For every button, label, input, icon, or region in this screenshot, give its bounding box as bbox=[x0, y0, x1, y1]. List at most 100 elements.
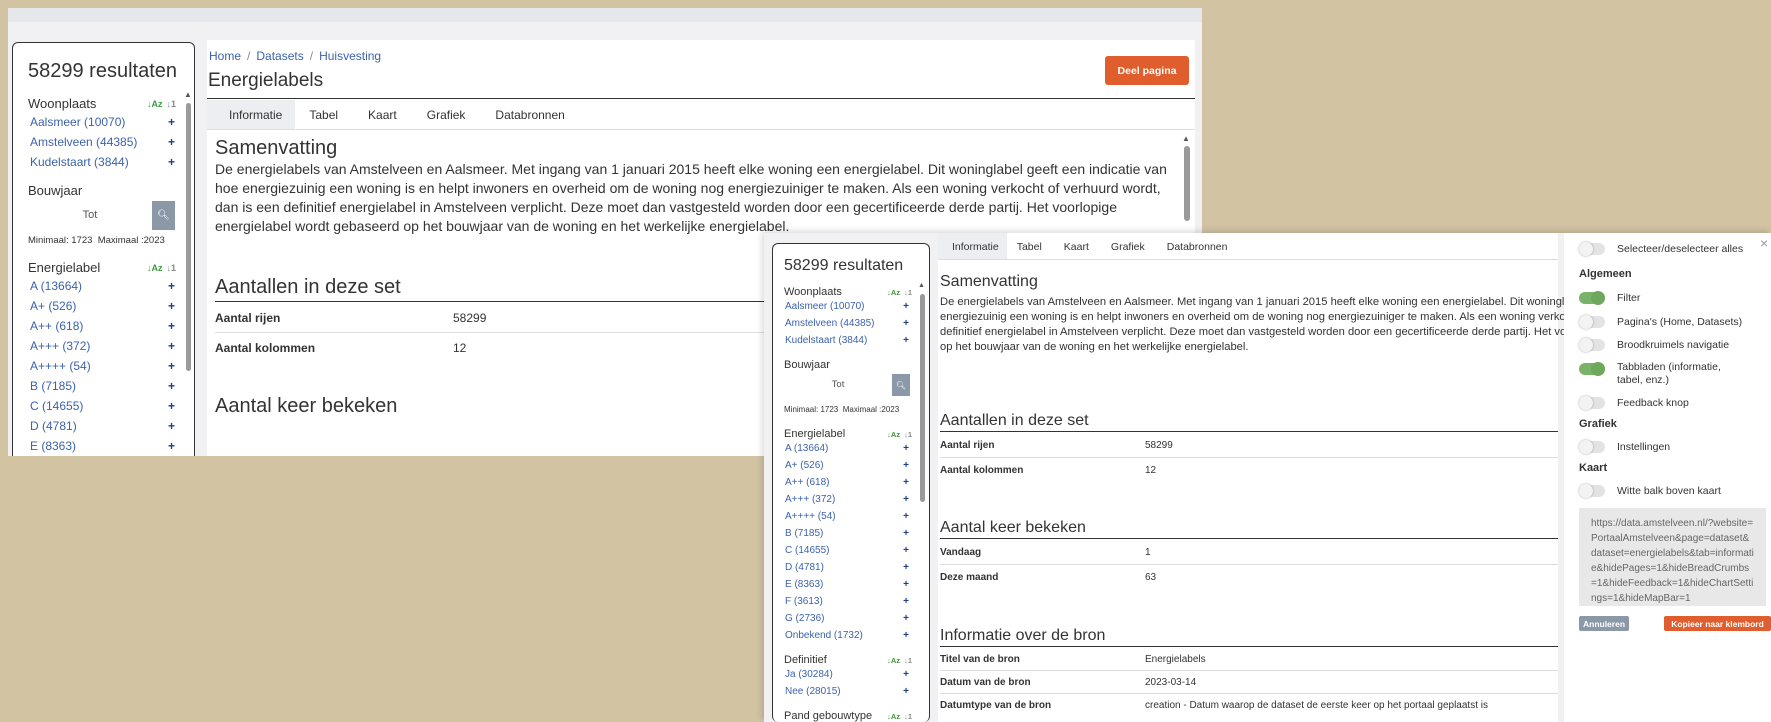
energielabel-item[interactable]: A+ (526) + bbox=[30, 299, 175, 313]
woonplaats-item[interactable]: Amstelveen (44385) + bbox=[30, 135, 175, 149]
toggle-instellingen[interactable]: Instellingen bbox=[1579, 440, 1670, 454]
energielabel-item[interactable]: D (4781) + bbox=[785, 562, 909, 573]
sort-count-icon[interactable]: ↓1 bbox=[166, 99, 176, 109]
toggle-switch[interactable] bbox=[1579, 362, 1605, 376]
energielabel-item[interactable]: B (7185) + bbox=[30, 379, 175, 393]
sort-alpha-icon[interactable]: ↓Az bbox=[147, 263, 163, 273]
add-filter-icon[interactable]: + bbox=[168, 135, 175, 149]
toggle-switch[interactable] bbox=[1579, 338, 1605, 352]
counts-title: Aantallen in deze set bbox=[215, 276, 401, 298]
energielabel-item[interactable]: A++ (618) + bbox=[30, 319, 175, 333]
energielabel-item[interactable]: A+++ (372) + bbox=[30, 339, 175, 353]
embed-url-box[interactable]: https://data.amstelveen.nl/?website=Port… bbox=[1579, 508, 1766, 606]
tab-tabel[interactable]: Tabel bbox=[1007, 233, 1056, 259]
sort-count-icon[interactable]: ↓1 bbox=[904, 288, 912, 297]
bouwjaar-range: Tot 🔍︎ bbox=[784, 374, 910, 396]
tab-kaart[interactable]: Kaart bbox=[1056, 233, 1103, 259]
toggle-paginas[interactable]: Pagina's (Home, Datasets) bbox=[1579, 315, 1742, 329]
share-button[interactable]: Deel pagina bbox=[1105, 56, 1189, 85]
energielabel-item[interactable]: A++++ (54) + bbox=[785, 511, 909, 522]
year-minmax: Minimaal: 1723 Maximaal :2023 bbox=[28, 235, 165, 246]
sort-count-icon[interactable]: ↓1 bbox=[904, 712, 912, 721]
toggle-switch[interactable] bbox=[1579, 291, 1605, 305]
energielabel-item[interactable]: C (14655) + bbox=[30, 399, 175, 413]
energielabel-item[interactable]: D (4781) + bbox=[30, 419, 175, 433]
energielabel-item[interactable]: F (3613) + bbox=[785, 596, 909, 607]
add-filter-icon[interactable]: + bbox=[168, 155, 175, 169]
energielabel-item[interactable]: Onbekend (1732) + bbox=[785, 630, 909, 641]
sort-alpha-icon[interactable]: ↓Az bbox=[887, 430, 900, 439]
scroll-up-arrow[interactable]: ▲ bbox=[184, 90, 192, 99]
woonplaats-item[interactable]: Aalsmeer (10070) + bbox=[30, 115, 175, 129]
tab-grafiek[interactable]: Grafiek bbox=[413, 100, 482, 129]
close-icon[interactable]: × bbox=[1760, 235, 1768, 251]
year-to-input[interactable]: Tot bbox=[28, 201, 152, 230]
sidebar-scrollbar[interactable] bbox=[186, 103, 191, 371]
toggle-switch[interactable] bbox=[1579, 315, 1605, 329]
year-to-input[interactable]: Tot bbox=[784, 374, 892, 396]
tab-kaart[interactable]: Kaart bbox=[354, 100, 413, 129]
energielabel-item[interactable]: A+ (526) + bbox=[785, 460, 909, 471]
definitief-item[interactable]: Nee (28015) + bbox=[785, 686, 909, 697]
energielabel-item[interactable]: E (8363) + bbox=[785, 579, 909, 590]
energielabel-item[interactable]: G (2736) + bbox=[785, 613, 909, 624]
kv-row: Aantal rijen 58299 bbox=[940, 433, 1558, 458]
sort-alpha-icon[interactable]: ↓Az bbox=[887, 712, 900, 721]
sort-count-icon[interactable]: ↓1 bbox=[904, 430, 912, 439]
tab-informatie[interactable]: Informatie bbox=[938, 233, 1007, 259]
energielabel-item[interactable]: A (13664) + bbox=[785, 443, 909, 454]
toggle-tabbladen[interactable]: Tabbladen (informatie, tabel, enz.) bbox=[1579, 361, 1764, 387]
tab-informatie[interactable]: Informatie bbox=[207, 100, 296, 129]
woonplaats-item[interactable]: Kudelstaart (3844) + bbox=[30, 155, 175, 169]
woonplaats-header: Woonplaats ↓Az ↓1 bbox=[784, 286, 912, 298]
content-scrollbar[interactable] bbox=[1184, 146, 1190, 221]
toggle-filter[interactable]: Filter bbox=[1579, 291, 1640, 305]
search-icon[interactable]: 🔍︎ bbox=[892, 374, 910, 396]
group-kaart: Kaart bbox=[1579, 462, 1608, 474]
definitief-item[interactable]: Ja (30284) + bbox=[785, 669, 909, 680]
woonplaats-item[interactable]: Kudelstaart (3844) + bbox=[785, 335, 909, 346]
views-title: Aantal keer bekeken bbox=[215, 395, 398, 417]
sort-alpha-icon[interactable]: ↓Az bbox=[887, 656, 900, 665]
copy-button[interactable]: Kopieer naar klembord bbox=[1664, 616, 1771, 631]
scroll-up-arrow[interactable]: ▲ bbox=[918, 282, 925, 289]
sort-alpha-icon[interactable]: ↓Az bbox=[147, 99, 163, 109]
energielabel-item[interactable]: E (8363) + bbox=[30, 439, 175, 453]
search-icon[interactable]: 🔍︎ bbox=[152, 201, 175, 230]
woonplaats-item[interactable]: Amstelveen (44385) + bbox=[785, 318, 909, 329]
toggle-switch[interactable] bbox=[1579, 440, 1605, 454]
energielabel-header: Energielabel ↓Az ↓1 bbox=[784, 428, 912, 440]
breadcrumb-home[interactable]: Home bbox=[209, 49, 241, 63]
breadcrumb-huisvesting[interactable]: Huisvesting bbox=[319, 49, 381, 63]
toggle-select-all[interactable]: Selecteer/deselecteer alles bbox=[1579, 242, 1743, 256]
cancel-button[interactable]: Annuleren bbox=[1579, 616, 1629, 631]
energielabel-item[interactable]: B (7185) + bbox=[785, 528, 909, 539]
energielabel-title: Energielabel bbox=[28, 260, 101, 275]
tab-databronnen[interactable]: Databronnen bbox=[1159, 233, 1242, 259]
toggle-feedback[interactable]: Feedback knop bbox=[1579, 396, 1689, 410]
energielabel-item[interactable]: C (14655) + bbox=[785, 545, 909, 556]
toggle-switch[interactable] bbox=[1579, 396, 1605, 410]
energielabel-item[interactable]: A (13664) + bbox=[30, 279, 175, 293]
scroll-up-arrow[interactable]: ▲ bbox=[1182, 134, 1190, 143]
energielabel-item[interactable]: A++++ (54) + bbox=[30, 359, 175, 373]
tab-databronnen[interactable]: Databronnen bbox=[481, 100, 580, 129]
toggle-switch[interactable] bbox=[1579, 242, 1605, 256]
energielabel-item[interactable]: A++ (618) + bbox=[785, 477, 909, 488]
tab-tabel[interactable]: Tabel bbox=[295, 100, 354, 129]
main-content: Informatie Tabel Kaart Grafiek Databronn… bbox=[938, 233, 1757, 722]
breadcrumb-datasets[interactable]: Datasets bbox=[256, 49, 303, 63]
sort-count-icon[interactable]: ↓1 bbox=[904, 656, 912, 665]
energielabel-item[interactable]: A+++ (372) + bbox=[785, 494, 909, 505]
sidebar-scrollbar[interactable] bbox=[920, 294, 925, 502]
woonplaats-item[interactable]: Aalsmeer (10070) + bbox=[785, 301, 909, 312]
toggle-switch[interactable] bbox=[1579, 484, 1605, 498]
sort-count-icon[interactable]: ↓1 bbox=[166, 263, 176, 273]
filter-sidebar: 58299 resultaten ▲ Woonplaats ↓Az ↓1 Aals… bbox=[12, 42, 195, 456]
toggle-witte-balk[interactable]: Witte balk boven kaart bbox=[1579, 484, 1721, 498]
sort-alpha-icon[interactable]: ↓Az bbox=[887, 288, 900, 297]
year-minmax: Minimaal: 1723 Maximaal :2023 bbox=[784, 405, 900, 414]
toggle-broodkruimels[interactable]: Broodkruimels navigatie bbox=[1579, 338, 1729, 352]
tab-grafiek[interactable]: Grafiek bbox=[1103, 233, 1159, 259]
add-filter-icon[interactable]: + bbox=[168, 115, 175, 129]
